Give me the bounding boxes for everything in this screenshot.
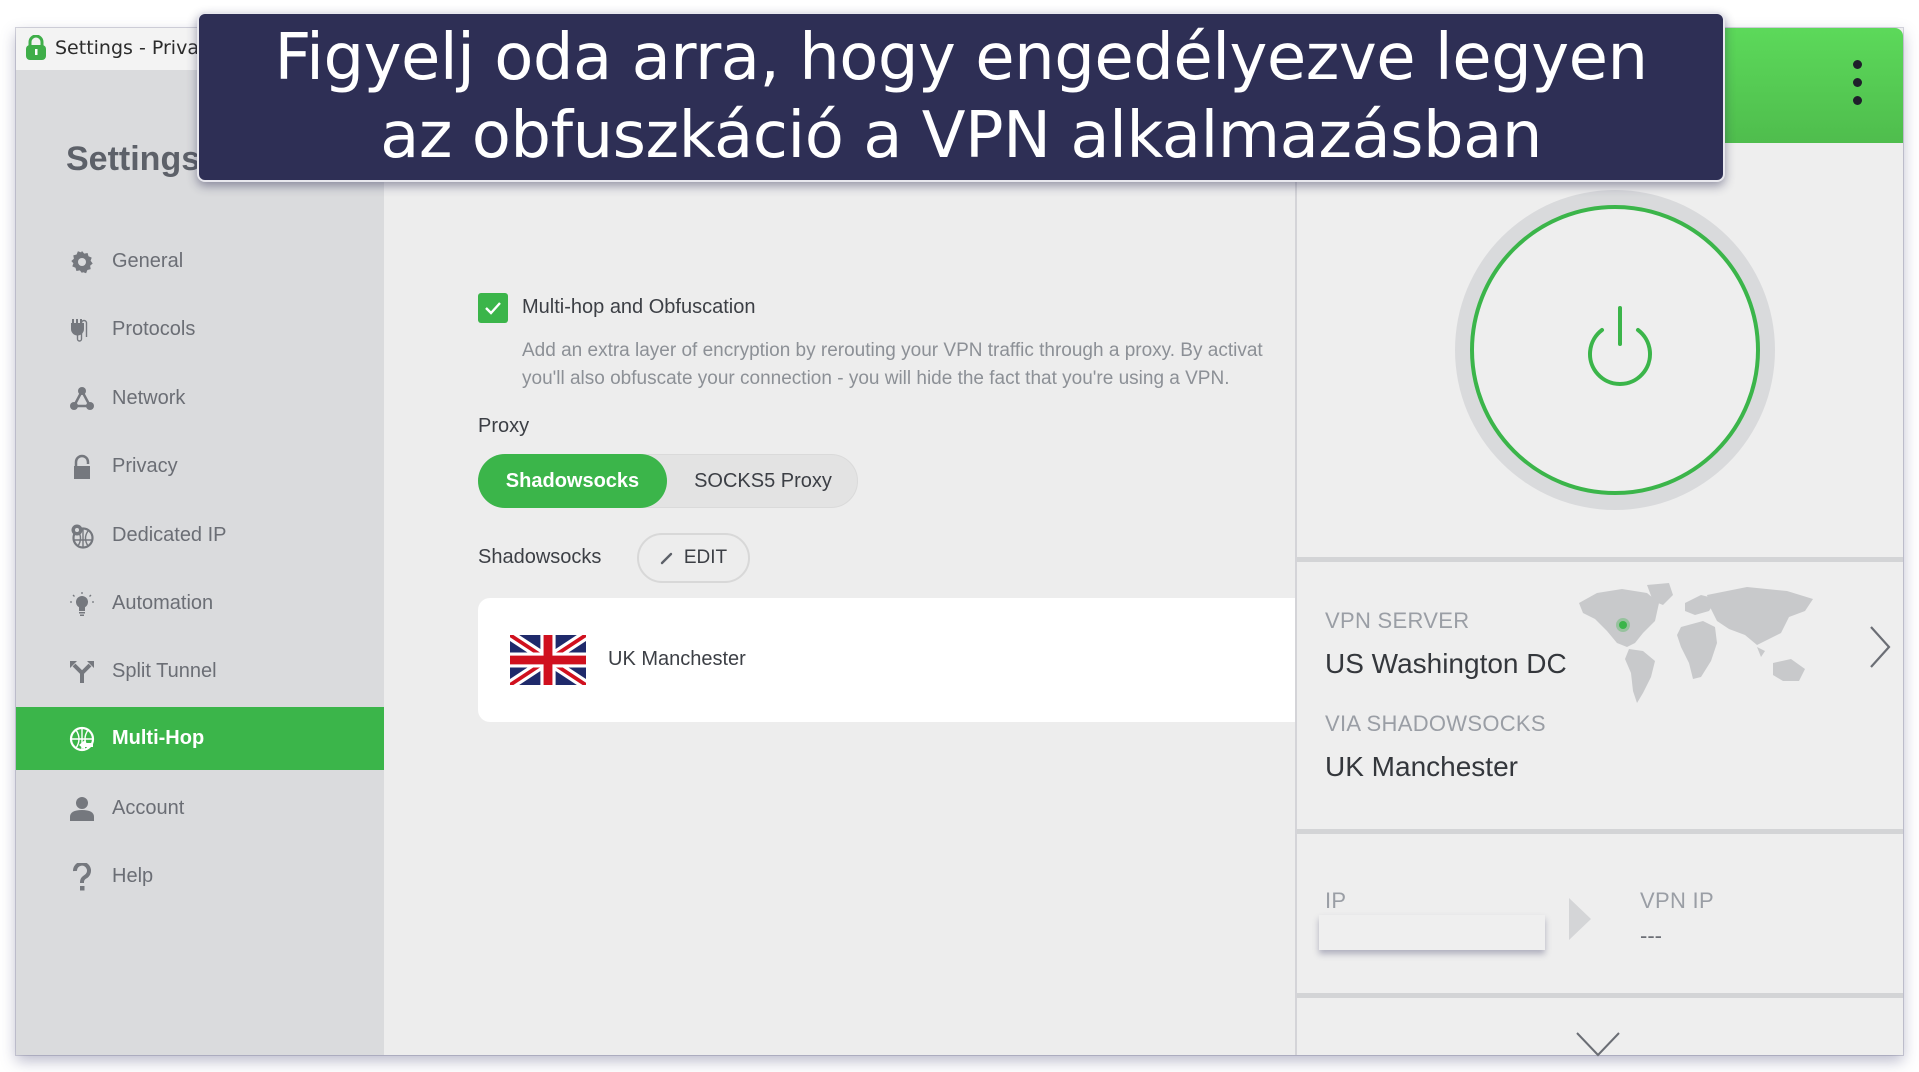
plug-icon [68,316,96,344]
uk-flag-icon [510,635,586,685]
sidebar-item-label: Privacy [112,455,178,477]
via-shadowsocks-caption: VIA SHADOWSOCKS [1325,711,1546,736]
via-shadowsocks-value: UK Manchester [1325,751,1518,782]
sidebar-item-label: Automation [112,592,214,614]
chevron-right-icon[interactable] [1867,623,1893,671]
proxy-option-shadowsocks[interactable]: Shadowsocks [478,454,667,508]
window-title: Settings - Private [55,37,219,59]
edit-button[interactable]: EDIT [637,533,750,583]
shadowsocks-label: Shadowsocks [478,546,602,568]
question-icon [68,862,96,891]
split-tunnel-icon [68,658,96,686]
divider [1297,557,1903,562]
ip-value [1319,915,1545,950]
sidebar-item-split-tunnel[interactable]: Split Tunnel [16,640,384,703]
vpn-server-value: US Washington DC [1325,648,1567,679]
checkmark-icon [485,302,501,315]
sidebar-item-label: Protocols [112,318,196,340]
proxy-option-socks5[interactable]: SOCKS5 Proxy [667,454,859,508]
lock-icon [68,453,96,481]
sidebar-item-label: Network [112,387,186,409]
banner-line-2: az obfuszkáció a VPN alkalmazásban [380,99,1542,173]
power-icon [1588,306,1652,386]
arrow-right-icon [1569,898,1591,940]
divider [1297,829,1903,834]
sidebar-item-label: Split Tunnel [112,660,217,682]
connect-power-button[interactable] [1470,205,1760,495]
settings-heading: Settings [66,140,201,178]
world-map-icon [1579,583,1813,703]
sidebar-item-network[interactable]: Network [16,367,384,430]
settings-window: Settings - Private Settings General Prot… [16,28,1903,1057]
sidebar-item-label: Help [112,865,154,887]
banner-line-1: Figyelj oda arra, hogy engedélyezve legy… [274,21,1649,95]
gear-icon [68,248,96,276]
multihop-settings-panel: Multi-hop and Obfuscation Add an extra l… [385,70,1295,1055]
multihop-obfuscation-checkbox[interactable] [478,293,508,323]
description-line-1: Add an extra layer of encryption by rero… [522,340,1263,361]
sidebar-item-dedicated-ip[interactable]: Dedicated IP [16,504,384,567]
user-icon [68,795,96,823]
app-lock-icon [26,35,46,60]
sidebar-item-label: Multi-Hop [112,727,205,749]
ip-caption: IP [1325,888,1347,913]
pencil-icon [660,552,673,565]
sidebar-item-protocols[interactable]: Protocols [16,298,384,361]
vpn-connection-panel: VPN SERVER US Washington DC VIA SHADOWSO… [1295,28,1903,1057]
sidebar-item-account[interactable]: Account [16,777,384,840]
sidebar-item-automation[interactable]: Automation [16,572,384,635]
edit-button-label: EDIT [683,547,728,568]
vpn-server-caption: VPN SERVER [1325,608,1470,633]
proxy-label: Proxy [478,415,530,437]
caption-banner: Figyelj oda arra, hogy engedélyezve legy… [197,12,1725,182]
shadowsocks-server-card[interactable]: UK Manchester [478,598,1295,722]
sidebar-item-help[interactable]: Help [16,845,384,908]
network-icon [68,385,96,413]
sidebar-item-general[interactable]: General [16,230,384,293]
sidebar-item-privacy[interactable]: Privacy [16,435,384,498]
chevron-down-icon[interactable] [1575,1031,1621,1057]
vpn-ip-value: --- [1640,923,1662,948]
multihop-obfuscation-label: Multi-hop and Obfuscation [522,296,756,318]
proxy-type-selector: Shadowsocks SOCKS5 Proxy [478,454,858,508]
sidebar-item-label: General [112,250,184,272]
settings-sidebar: Settings General Protocols Network Priva… [16,70,384,1055]
vpn-ip-caption: VPN IP [1640,888,1714,913]
sidebar-item-label: Dedicated IP [112,524,227,546]
lightbulb-icon [68,590,96,618]
description-line-2: you'll also obfuscate your connection - … [522,368,1230,389]
dedicated-ip-icon [68,522,96,550]
more-options-icon[interactable] [1849,60,1865,108]
sidebar-item-multi-hop[interactable]: Multi-Hop [16,707,384,770]
sidebar-item-label: Account [112,797,185,819]
divider [1297,993,1903,998]
globe-icon [68,725,96,753]
selected-proxy-server: UK Manchester [608,648,746,670]
